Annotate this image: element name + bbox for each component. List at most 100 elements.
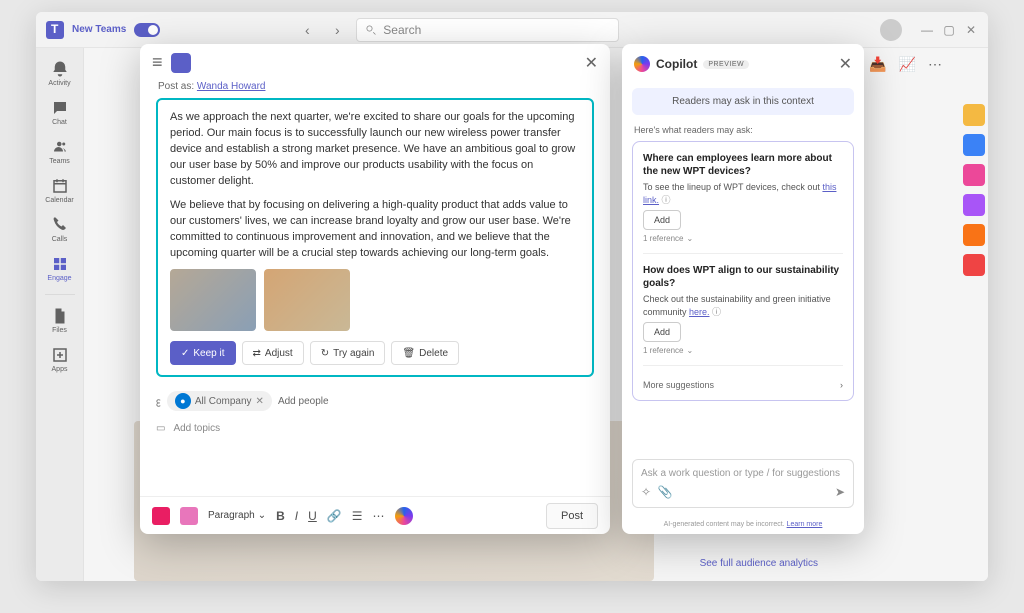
draft-paragraph: As we approach the next quarter, we're e… [170, 110, 580, 190]
suggestion-item: Where can employees learn more about the… [643, 152, 843, 243]
chevron-right-icon: › [840, 380, 843, 390]
attached-image[interactable] [264, 269, 350, 331]
search-icon [365, 24, 377, 36]
new-teams-toggle[interactable] [134, 23, 160, 37]
chip-remove-icon[interactable]: ✕ [256, 396, 264, 407]
forward-button[interactable]: › [326, 19, 348, 41]
nav-activity[interactable]: Activity [38, 56, 82, 91]
minimize-button[interactable]: — [920, 23, 934, 37]
post-button[interactable]: Post [546, 503, 598, 529]
hamburger-icon[interactable]: ≡ [152, 52, 163, 73]
suggestion-question: How does WPT align to our sustainability… [643, 264, 843, 290]
suggestion-link[interactable]: here. [689, 307, 710, 317]
more-icon[interactable]: ⋯ [928, 56, 942, 73]
suggestion-question: Where can employees learn more about the… [643, 152, 843, 178]
chip-label: All Company [195, 396, 252, 407]
keep-it-button[interactable]: ✓ Keep it [170, 341, 236, 365]
compose-close-button[interactable]: ✕ [585, 53, 598, 73]
chevron-down-icon: ⌄ [258, 510, 266, 521]
nav-calendar[interactable]: Calendar [38, 173, 82, 208]
nav-teams[interactable]: Teams [38, 134, 82, 169]
new-teams-label: New Teams [72, 24, 126, 35]
more-format-button[interactable]: ⋯ [373, 509, 385, 523]
nav-label: Teams [49, 158, 70, 165]
adjust-button[interactable]: ⇄ Adjust [242, 341, 304, 365]
nav-chat[interactable]: Chat [38, 95, 82, 130]
ai-draft-area[interactable]: As we approach the next quarter, we're e… [156, 98, 594, 377]
sparkle-icon[interactable]: ✧ [641, 485, 651, 499]
nav-calls[interactable]: Calls [38, 212, 82, 247]
nav-label: Files [52, 327, 67, 334]
window-controls: — ▢ ✕ [920, 23, 978, 37]
learn-more-link[interactable]: Learn more [787, 521, 823, 528]
citation-marker[interactable]: ⓘ [662, 195, 671, 205]
community-chip[interactable]: ● All Company ✕ [167, 391, 272, 411]
community-pills [960, 104, 988, 276]
post-as-user-link[interactable]: Wanda Howard [197, 81, 266, 92]
delete-button[interactable]: 🗑 Delete [391, 341, 459, 365]
audience-analytics-link[interactable]: See full audience analytics [700, 558, 818, 569]
announcement-type-icon[interactable] [152, 507, 170, 525]
community-pill[interactable] [963, 104, 985, 126]
community-pill[interactable] [963, 254, 985, 276]
copilot-input[interactable]: Ask a work question or type / for sugges… [632, 459, 854, 508]
copilot-toolbar-icon[interactable] [395, 507, 413, 525]
praise-type-icon[interactable] [180, 507, 198, 525]
draft-paragraph: We believe that by focusing on deliverin… [170, 198, 580, 262]
back-button[interactable]: ‹ [296, 19, 318, 41]
nav-apps[interactable]: Apps [38, 342, 82, 377]
more-suggestions-button[interactable]: More suggestions› [643, 376, 843, 390]
copilot-close-button[interactable]: ✕ [839, 54, 852, 74]
add-topics-input[interactable]: Add topics [173, 423, 220, 434]
add-people-input[interactable]: Add people [278, 396, 329, 407]
close-window-button[interactable]: ✕ [964, 23, 978, 37]
copilot-input-placeholder: Ask a work question or type / for sugges… [641, 468, 845, 479]
search-input[interactable]: Search [356, 18, 619, 42]
send-icon[interactable]: ➤ [835, 485, 845, 499]
preview-badge: PREVIEW [703, 60, 749, 69]
inbox-icon[interactable]: 📥 [869, 56, 886, 73]
ai-disclaimer: AI-generated content may be incorrect. L… [622, 518, 864, 534]
attach-icon[interactable]: 📎 [658, 485, 673, 499]
audience-row: ᢄ ● All Company ✕ Add people [140, 383, 610, 419]
teams-logo-icon [46, 21, 64, 39]
community-pill[interactable] [963, 224, 985, 246]
titlebar: New Teams ‹ › Search — ▢ ✕ [36, 12, 988, 48]
link-button[interactable]: 🔗 [327, 509, 342, 523]
italic-button[interactable]: I [295, 509, 298, 523]
engage-app-icon [171, 53, 191, 73]
draft-actions: ✓ Keep it ⇄ Adjust ↻ Try again 🗑 Delete [170, 341, 580, 365]
try-again-button[interactable]: ↻ Try again [310, 341, 386, 365]
compose-modal: ≡ ✕ Post as: Wanda Howard As we approach… [140, 44, 610, 534]
suggestion-item: How does WPT align to our sustainability… [643, 264, 843, 355]
analytics-icon[interactable]: 📈 [899, 56, 916, 73]
community-pill[interactable] [963, 134, 985, 156]
communities-icon: ᢄ [156, 392, 161, 410]
paragraph-style-select[interactable]: Paragraph ⌄ [208, 510, 266, 521]
editor-toolbar: Paragraph ⌄ B I U 🔗 ☰ ⋯ Post [140, 496, 610, 534]
maximize-button[interactable]: ▢ [942, 23, 956, 37]
post-as-label: Post as: [158, 81, 194, 92]
nav-label: Apps [52, 366, 68, 373]
chevron-down-icon: ⌄ [686, 234, 693, 243]
list-button[interactable]: ☰ [352, 509, 363, 523]
bold-button[interactable]: B [276, 509, 285, 523]
add-suggestion-button[interactable]: Add [643, 322, 681, 342]
community-pill[interactable] [963, 164, 985, 186]
suggestion-answer: Check out the sustainability and green i… [643, 293, 843, 318]
nav-label: Calls [52, 236, 68, 243]
nav-engage[interactable]: Engage [38, 251, 82, 286]
citation-marker[interactable]: ⓘ [712, 307, 721, 317]
community-pill[interactable] [963, 194, 985, 216]
nav-files[interactable]: Files [38, 303, 82, 338]
profile-avatar[interactable] [880, 19, 902, 41]
nav-label: Chat [52, 119, 67, 126]
add-suggestion-button[interactable]: Add [643, 210, 681, 230]
reference-toggle[interactable]: 1 reference ⌄ [643, 346, 843, 355]
attached-image[interactable] [170, 269, 256, 331]
search-placeholder: Search [383, 23, 421, 37]
reference-toggle[interactable]: 1 reference ⌄ [643, 234, 843, 243]
copilot-logo-icon [634, 56, 650, 72]
underline-button[interactable]: U [308, 509, 317, 523]
chevron-down-icon: ⌄ [686, 346, 693, 355]
